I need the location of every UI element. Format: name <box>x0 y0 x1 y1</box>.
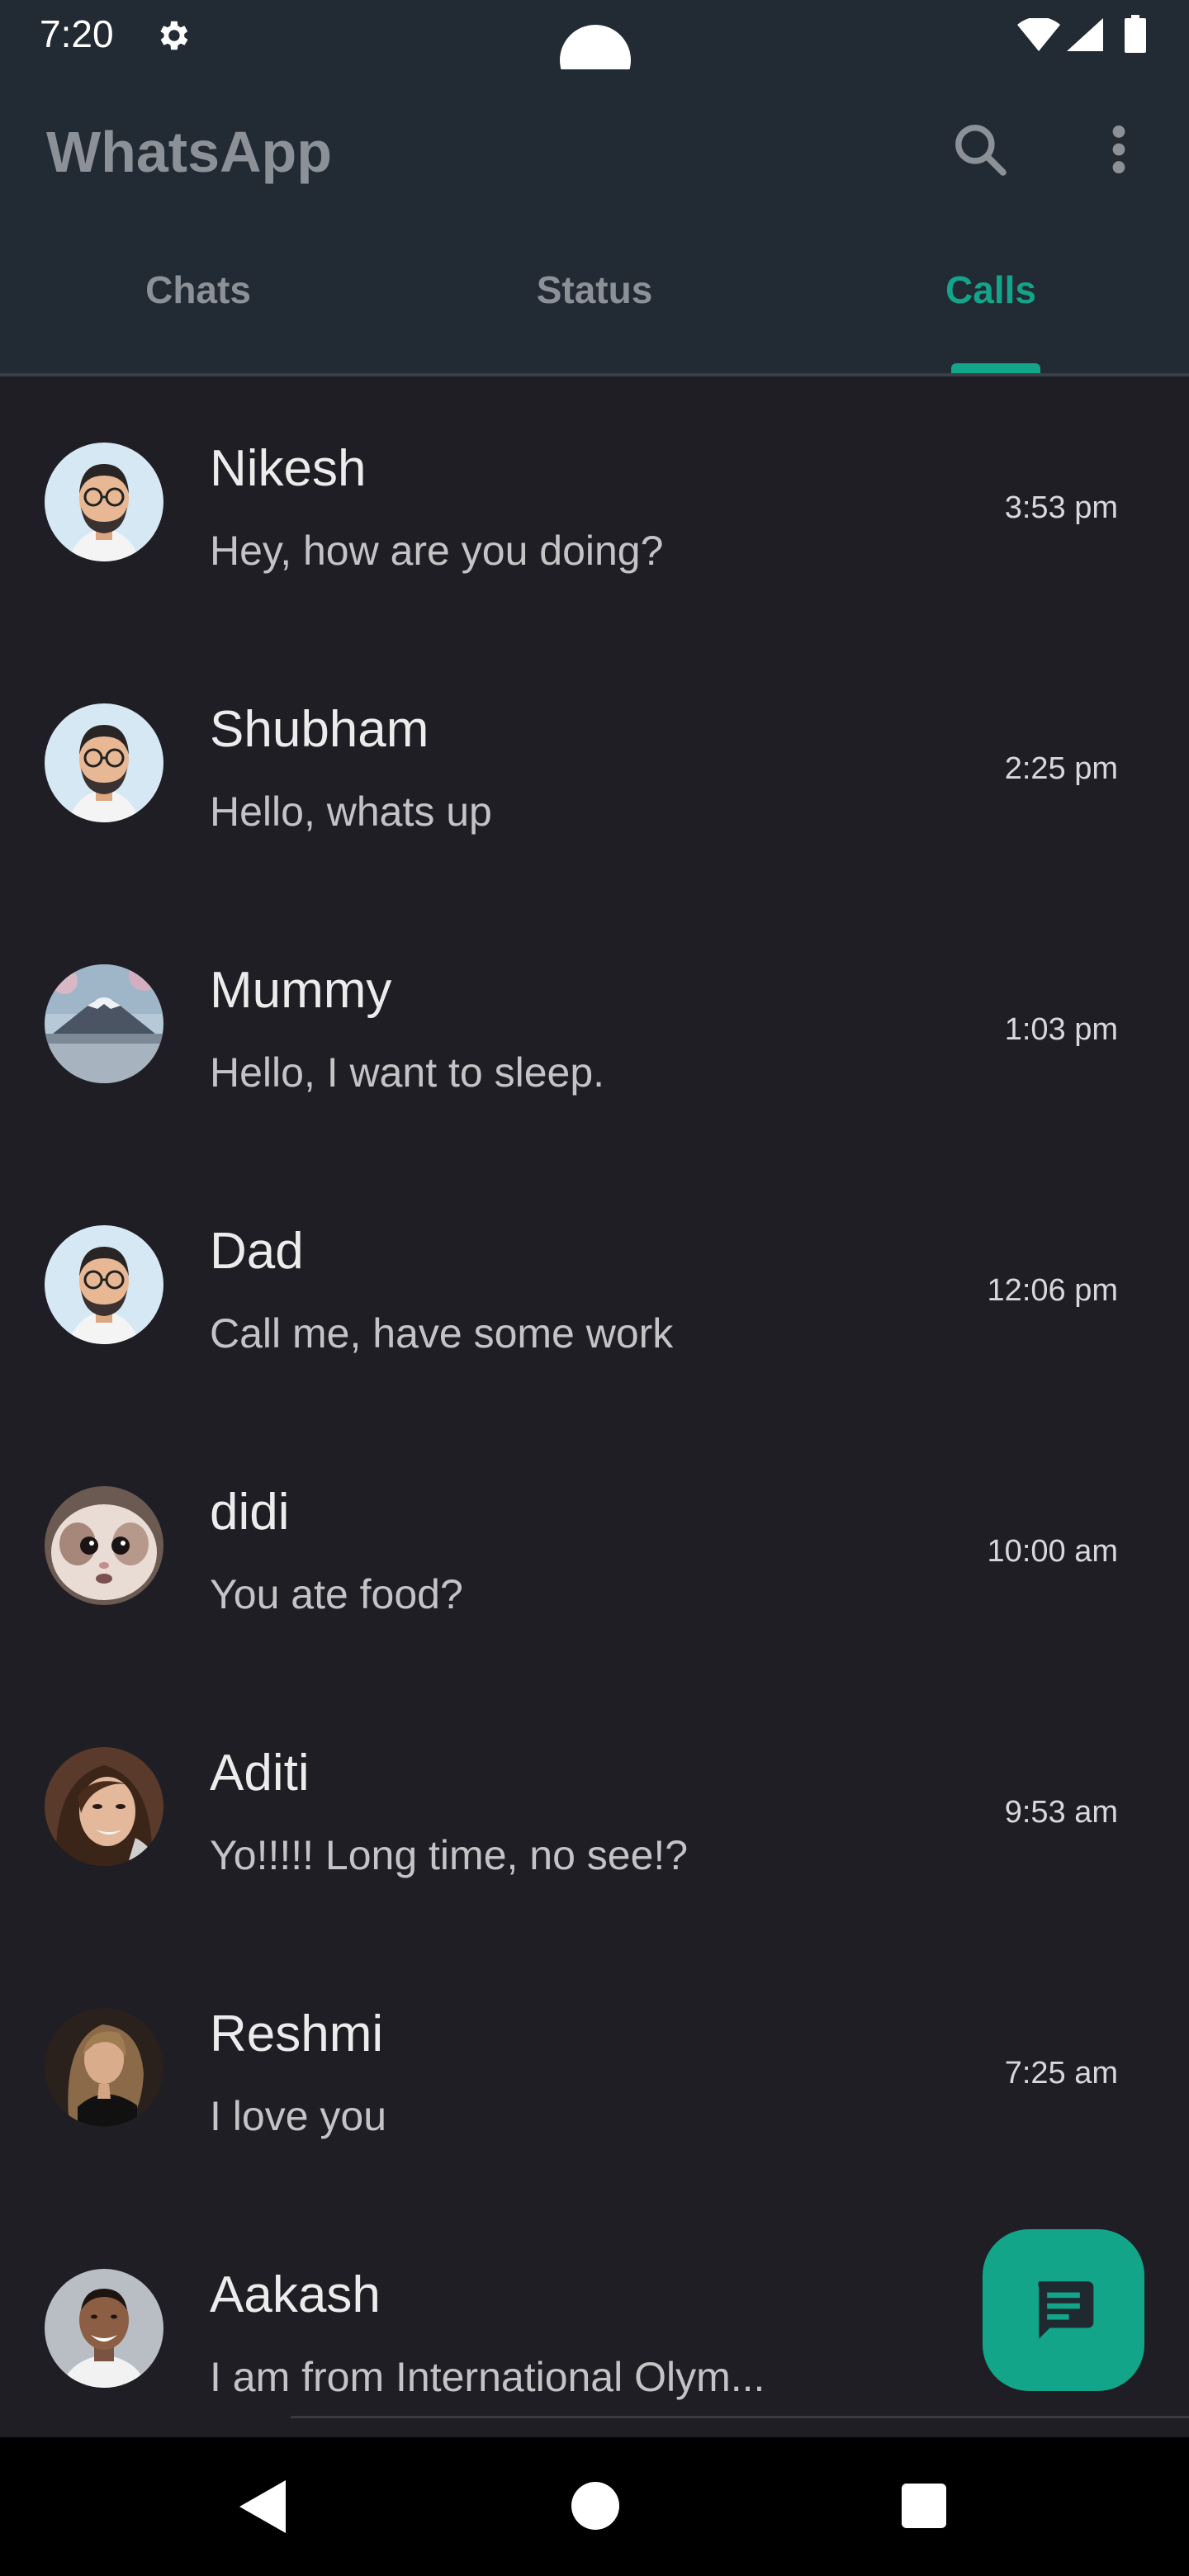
message-time: 10:00 am <box>987 1534 1118 1569</box>
recents-icon[interactable] <box>902 2484 946 2528</box>
last-message: Hello, whats up <box>210 788 492 835</box>
gear-icon <box>160 21 188 50</box>
message-time: 3:53 pm <box>1004 490 1118 525</box>
tab-calls-label: Calls <box>945 268 1036 311</box>
tab-calls[interactable]: Calls <box>793 268 1189 367</box>
man-photo-avatar[interactable] <box>45 2269 163 2388</box>
contact-name: Aakash <box>210 2266 381 2323</box>
message-time: 1:03 pm <box>1004 1012 1118 1047</box>
woman-photo-avatar[interactable] <box>45 1747 163 1866</box>
contact-name: Dad <box>210 1223 304 1280</box>
memoji-avatar[interactable] <box>45 443 163 561</box>
last-message: I love you <box>210 2093 387 2139</box>
chat-row[interactable]: Nikesh Hey, how are you doing? 3:53 pm <box>0 376 1189 637</box>
chat-row[interactable]: Mummy Hello, I want to sleep. 1:03 pm <box>0 898 1189 1159</box>
status-time: 7:20 <box>40 12 114 55</box>
tab-status-label: Status <box>536 268 653 311</box>
tab-status[interactable]: Status <box>396 268 793 367</box>
navigation-bar <box>0 2437 1189 2576</box>
home-icon[interactable] <box>571 2482 619 2530</box>
message-icon <box>1038 2281 1094 2339</box>
contact-name: Aditi <box>210 1745 310 1802</box>
last-message: Yo!!!!! Long time, no see!? <box>210 1832 689 1878</box>
memoji-avatar[interactable] <box>45 1225 163 1344</box>
contact-name: Mummy <box>210 962 392 1019</box>
status-bar: 7:20 <box>0 0 1189 96</box>
chat-row[interactable]: didi You ate food? 10:00 am <box>0 1420 1189 1681</box>
app-bar: WhatsApp Chats Status Calls <box>0 69 1189 375</box>
contact-name: didi <box>210 1484 290 1541</box>
message-time: 2:25 pm <box>1004 751 1118 786</box>
contact-name: Shubham <box>210 701 429 758</box>
list-divider <box>291 2416 1189 2418</box>
contact-name: Reshmi <box>210 2005 384 2062</box>
wifi-icon <box>1017 18 1060 51</box>
signal-icon <box>1067 18 1103 51</box>
last-message: Call me, have some work <box>210 1310 674 1357</box>
chat-list: Nikesh Hey, how are you doing? 3:53 pm S… <box>0 376 1189 2437</box>
contact-name: Nikesh <box>210 440 367 497</box>
more-vert-icon[interactable] <box>1098 119 1139 180</box>
search-icon[interactable] <box>950 119 1011 180</box>
tab-chats[interactable]: Chats <box>0 268 396 367</box>
active-tab-indicator <box>951 363 1040 373</box>
chat-row[interactable]: Reshmi I love you 7:25 am <box>0 1942 1189 2203</box>
app-title: WhatsApp <box>46 120 333 184</box>
tab-chats-label: Chats <box>145 268 251 311</box>
message-time: 9:53 am <box>1004 1795 1118 1830</box>
new-chat-button[interactable] <box>983 2229 1144 2391</box>
message-time: 7:25 am <box>1004 2056 1118 2091</box>
chat-row[interactable]: Shubham Hello, whats up 2:25 pm <box>0 637 1189 898</box>
cat-photo-avatar[interactable] <box>45 1486 163 1605</box>
message-time: 12:06 pm <box>987 1273 1118 1308</box>
last-message: Hello, I want to sleep. <box>210 1049 605 1096</box>
memoji-avatar[interactable] <box>45 703 163 822</box>
woman-photo-avatar[interactable] <box>45 2008 163 2127</box>
battery-icon <box>1125 15 1146 53</box>
back-icon[interactable] <box>239 2480 286 2533</box>
chat-row[interactable]: Aditi Yo!!!!! Long time, no see!? 9:53 a… <box>0 1681 1189 1942</box>
mountain-photo-avatar[interactable] <box>45 964 163 1083</box>
last-message: I am from International Olym... <box>210 2354 765 2400</box>
last-message: Hey, how are you doing? <box>210 528 664 574</box>
last-message: You ate food? <box>210 1571 463 1617</box>
chat-row[interactable]: Dad Call me, have some work 12:06 pm <box>0 1159 1189 1420</box>
